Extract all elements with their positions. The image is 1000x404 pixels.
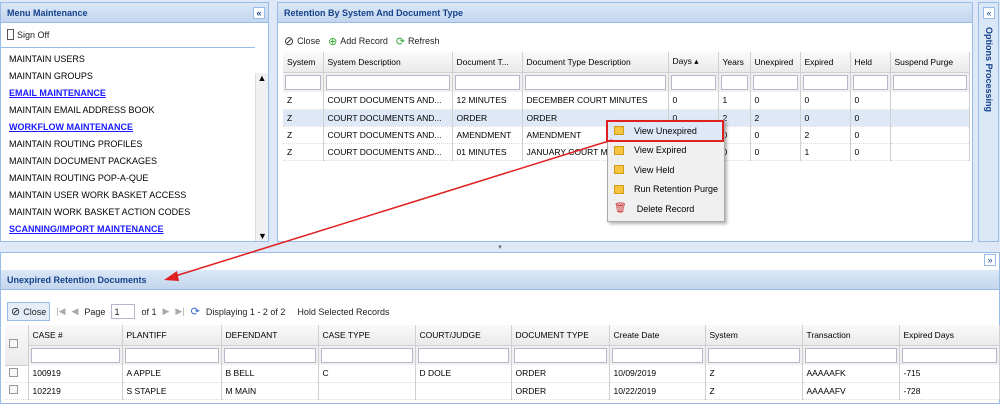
highlight-box — [606, 120, 724, 142]
arrow-head — [164, 271, 179, 281]
arrow-line — [171, 139, 613, 278]
annotation-arrow — [164, 120, 724, 281]
